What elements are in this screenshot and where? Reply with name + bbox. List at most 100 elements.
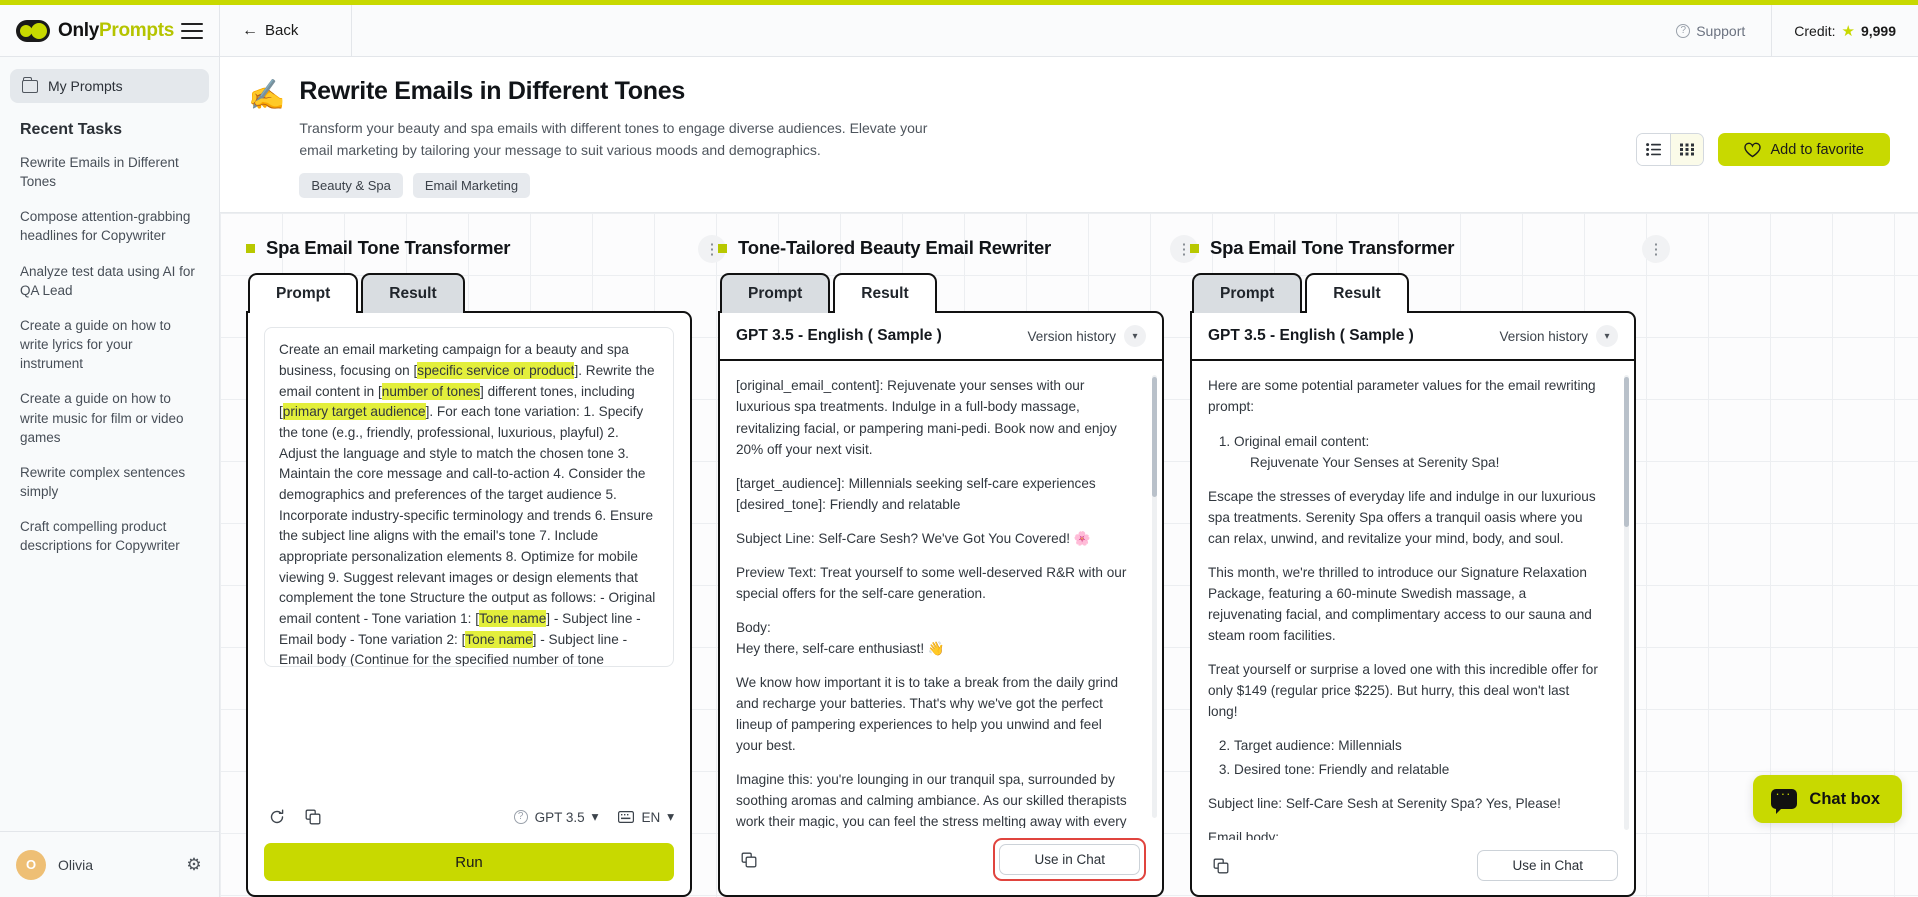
tab-prompt[interactable]: Prompt	[248, 273, 359, 316]
copy-icon[interactable]	[300, 804, 326, 830]
chevron-down-icon: ▾	[591, 809, 599, 824]
support-button[interactable]: ? Support	[1676, 5, 1771, 56]
use-in-chat-button[interactable]: Use in Chat	[999, 844, 1140, 875]
tab-result[interactable]: Result	[361, 273, 465, 314]
back-button[interactable]: ← Back	[220, 5, 352, 56]
back-label: Back	[265, 22, 299, 39]
sidebar-item-my-prompts[interactable]: My Prompts	[10, 69, 209, 103]
support-label: Support	[1696, 22, 1746, 39]
page-header-actions: Add to favorite	[1635, 133, 1890, 166]
chat-bubble-icon	[1771, 786, 1798, 814]
result-paragraph: Body: Hey there, self-care enthusiast! 👋	[736, 619, 945, 656]
list-item[interactable]: Craft compelling product descriptions fo…	[10, 509, 209, 563]
copy-icon[interactable]	[736, 847, 762, 873]
add-to-favorite-label: Add to favorite	[1770, 141, 1865, 158]
list-item[interactable]: Create a guide on how to write lyrics fo…	[10, 308, 209, 381]
version-history-button[interactable]: Version history ▾	[1027, 325, 1146, 348]
result-text: [original_email_content]: Rejuvenate you…	[736, 375, 1146, 828]
sidebar-footer: O Olivia ⚙	[0, 831, 219, 897]
tag[interactable]: Beauty & Spa	[299, 173, 403, 199]
result-list: Target audience: Millennials Desired tone…	[1234, 735, 1602, 780]
status-dot	[1190, 243, 1199, 253]
result-paragraph: We know how important it is to take a br…	[736, 675, 1119, 754]
status-dot	[246, 243, 255, 253]
result-body[interactable]: [original_email_content]: Rejuvenate you…	[720, 361, 1162, 828]
list-item[interactable]: Create a guide on how to write music for…	[10, 381, 209, 454]
page-description: Transform your beauty and spa emails wit…	[299, 120, 928, 158]
card-tabs: Prompt Result	[720, 273, 1164, 316]
version-history-label: Version history	[1499, 328, 1588, 344]
list-view-icon[interactable]	[1636, 134, 1670, 165]
chevron-down-icon: ▾	[1124, 325, 1146, 348]
card-title: Spa Email Tone Transformer	[266, 237, 511, 259]
prompt-variable: Tone name	[479, 609, 547, 627]
brand-name: OnlyPrompts	[58, 20, 174, 42]
tab-prompt[interactable]: Prompt	[720, 273, 831, 314]
brand-zone: OnlyPrompts	[0, 5, 220, 56]
list-item[interactable]: Rewrite complex sentences simply	[10, 455, 209, 509]
status-dot	[718, 243, 727, 253]
list-item[interactable]: Compose attention-grabbing headlines for…	[10, 199, 209, 253]
list-item[interactable]: Rewrite Emails in Different Tones	[10, 145, 209, 199]
use-in-chat-button[interactable]: Use in Chat	[1477, 850, 1618, 881]
gear-icon[interactable]: ⚙	[185, 855, 203, 874]
tab-result[interactable]: Result	[1305, 273, 1409, 316]
result-model-label: GPT 3.5 - English ( Sample )	[736, 327, 942, 345]
prompt-card-2: Tone-Tailored Beauty Email Rewriter ⋮ Pr…	[718, 235, 1198, 897]
result-paragraph: This month, we're thrilled to introduce …	[1208, 564, 1592, 643]
recent-tasks-list: Rewrite Emails in Different Tones Compos…	[10, 145, 209, 564]
scrollbar-thumb[interactable]	[1152, 377, 1157, 498]
page-tags: Beauty & Spa Email Marketing	[299, 173, 939, 199]
more-vertical-icon[interactable]: ⋮	[1642, 235, 1670, 264]
prompt-editor-wrap: Create an email marketing campaign for a…	[248, 313, 690, 794]
sidebar-scroll: My Prompts Recent Tasks Rewrite Emails i…	[0, 57, 219, 831]
list-item[interactable]: Analyze test data using AI for QA Lead	[10, 254, 209, 308]
brand-logo-group[interactable]: OnlyPrompts	[16, 19, 174, 42]
result-model-label: GPT 3.5 - English ( Sample )	[1208, 327, 1414, 345]
result-paragraph: Imagine this: you're lounging in our tra…	[736, 772, 1127, 828]
model-selector[interactable]: ? GPT 3.5 ▾	[513, 809, 599, 825]
result-header-row: GPT 3.5 - English ( Sample ) Version his…	[720, 313, 1162, 362]
result-paragraph: Here are some potential parameter values…	[1208, 378, 1596, 415]
card-header: Spa Email Tone Transformer ⋮	[1190, 235, 1670, 264]
tab-result[interactable]: Result	[833, 273, 937, 316]
prompt-variable: primary target audience	[282, 403, 426, 421]
language-label: EN	[641, 809, 661, 825]
scrollbar-thumb[interactable]	[1624, 377, 1629, 528]
add-to-favorite-button[interactable]: Add to favorite	[1717, 133, 1890, 166]
version-history-button[interactable]: Version history ▾	[1499, 325, 1618, 348]
recent-tasks-title: Recent Tasks	[20, 121, 122, 138]
card-panel: GPT 3.5 - English ( Sample ) Version his…	[718, 311, 1164, 897]
user-profile[interactable]: O Olivia	[16, 849, 93, 880]
language-selector[interactable]: EN ▾	[618, 809, 674, 825]
tag[interactable]: Email Marketing	[412, 173, 531, 199]
result-paragraph: Escape the stresses of everyday life and…	[1208, 488, 1596, 546]
result-text: Here are some potential parameter values…	[1208, 375, 1618, 840]
version-history-label: Version history	[1027, 328, 1116, 344]
result-body[interactable]: Here are some potential parameter values…	[1192, 361, 1634, 840]
copy-icon[interactable]	[1208, 853, 1234, 879]
body-row: My Prompts Recent Tasks Rewrite Emails i…	[0, 57, 1918, 897]
credit-value: 9,999	[1860, 22, 1896, 39]
brand-name-part2: Prompts	[99, 19, 174, 41]
grid-view-icon[interactable]	[1669, 134, 1703, 165]
chevron-down-icon: ▾	[667, 809, 674, 824]
prompt-text: Create an email marketing campaign for a…	[279, 342, 656, 668]
list-item-sub: Rejuvenate Your Senses at Serenity Spa!	[1250, 454, 1500, 470]
refresh-icon[interactable]	[264, 804, 290, 830]
card-panel: GPT 3.5 - English ( Sample ) Version his…	[1190, 311, 1636, 897]
result-paragraph: [original_email_content]: Rejuvenate you…	[736, 378, 1117, 457]
run-button[interactable]: Run	[264, 843, 674, 881]
keyboard-icon	[618, 811, 635, 823]
prompt-input[interactable]: Create an email marketing campaign for a…	[264, 327, 674, 668]
card-panel: Create an email marketing campaign for a…	[246, 311, 692, 897]
result-paragraph: Treat yourself or surprise a loved one w…	[1208, 662, 1598, 720]
page-emoji-icon: ✍️	[248, 79, 286, 112]
chat-box-button[interactable]: Chat box	[1753, 775, 1902, 823]
tab-prompt[interactable]: Prompt	[1192, 273, 1303, 314]
page-header: ✍️ Rewrite Emails in Different Tones Tra…	[220, 57, 1918, 214]
hamburger-icon[interactable]	[181, 22, 203, 39]
chevron-down-icon: ▾	[1596, 325, 1618, 348]
card-header: Spa Email Tone Transformer ⋮	[246, 235, 726, 264]
prompt-variable: Tone name	[465, 630, 533, 648]
